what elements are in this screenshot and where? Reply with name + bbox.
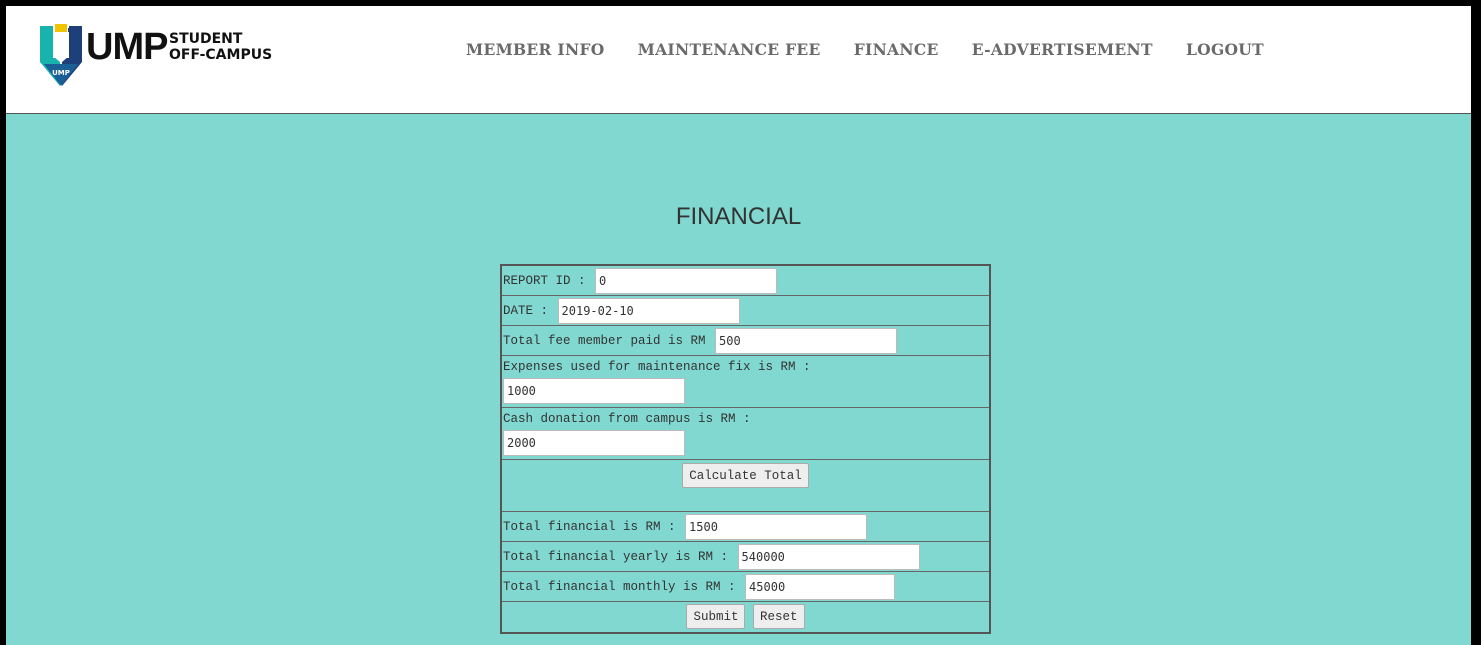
site-logo[interactable]: UMP UMP STUDENT OFF-CAMPUS bbox=[38, 22, 298, 88]
nav-maintenance-fee[interactable]: MAINTENANCE FEE bbox=[638, 40, 821, 59]
fee-input[interactable] bbox=[715, 327, 898, 354]
logo-wordmark: UMP bbox=[86, 26, 168, 68]
calculate-row: Calculate Total bbox=[502, 460, 989, 512]
date-input[interactable] bbox=[557, 297, 740, 324]
report-id-label: REPORT ID : bbox=[503, 273, 594, 288]
nav-finance[interactable]: FINANCE bbox=[854, 40, 939, 59]
logo-subtitle: STUDENT OFF-CAMPUS bbox=[169, 31, 272, 63]
calculate-total-button[interactable]: Calculate Total bbox=[682, 463, 809, 488]
donation-input[interactable] bbox=[503, 430, 685, 456]
page-title: FINANCIAL bbox=[675, 203, 802, 230]
report-id-input[interactable] bbox=[595, 267, 778, 294]
expenses-label: Expenses used for maintenance fix is RM … bbox=[503, 360, 811, 374]
yearly-input[interactable] bbox=[737, 543, 920, 570]
main-nav: MEMBER INFO MAINTENANCE FEE FINANCE E-AD… bbox=[466, 40, 1292, 64]
total-row: Total financial is RM : bbox=[502, 512, 989, 542]
submit-button[interactable]: Submit bbox=[686, 604, 746, 629]
logo-badge-text: UMP bbox=[52, 69, 70, 77]
expenses-input[interactable] bbox=[503, 378, 685, 404]
fee-label: Total fee member paid is RM bbox=[503, 333, 714, 348]
logo-subtitle-line2: OFF-CAMPUS bbox=[169, 47, 273, 63]
donation-label: Cash donation from campus is RM : bbox=[503, 412, 751, 426]
ump-shield-icon: UMP bbox=[40, 24, 82, 86]
total-input[interactable] bbox=[685, 513, 868, 540]
logo-subtitle-line1: STUDENT bbox=[169, 31, 243, 47]
form-actions-row: Submit Reset bbox=[502, 602, 989, 632]
date-row: DATE : bbox=[502, 296, 989, 326]
financial-form: REPORT ID : DATE : Total fee member paid… bbox=[500, 264, 991, 634]
nav-member-info[interactable]: MEMBER INFO bbox=[466, 40, 605, 59]
nav-logout[interactable]: LOGOUT bbox=[1186, 40, 1264, 59]
reset-button[interactable]: Reset bbox=[753, 604, 805, 629]
expenses-row: Expenses used for maintenance fix is RM … bbox=[502, 356, 989, 408]
monthly-label: Total financial monthly is RM : bbox=[503, 579, 744, 594]
report-id-row: REPORT ID : bbox=[502, 266, 989, 296]
monthly-row: Total financial monthly is RM : bbox=[502, 572, 989, 602]
yearly-row: Total financial yearly is RM : bbox=[502, 542, 989, 572]
fee-row: Total fee member paid is RM bbox=[502, 326, 989, 356]
yearly-label: Total financial yearly is RM : bbox=[503, 549, 736, 564]
app-frame: UMP UMP STUDENT OFF-CAMPUS MEMBER INFO M… bbox=[6, 6, 1471, 645]
header: UMP UMP STUDENT OFF-CAMPUS MEMBER INFO M… bbox=[6, 6, 1471, 114]
donation-row: Cash donation from campus is RM : bbox=[502, 408, 989, 460]
nav-e-advertisement[interactable]: E-ADVERTISEMENT bbox=[972, 40, 1153, 59]
monthly-input[interactable] bbox=[745, 573, 896, 600]
total-label: Total financial is RM : bbox=[503, 519, 684, 534]
date-label: DATE : bbox=[503, 303, 556, 318]
